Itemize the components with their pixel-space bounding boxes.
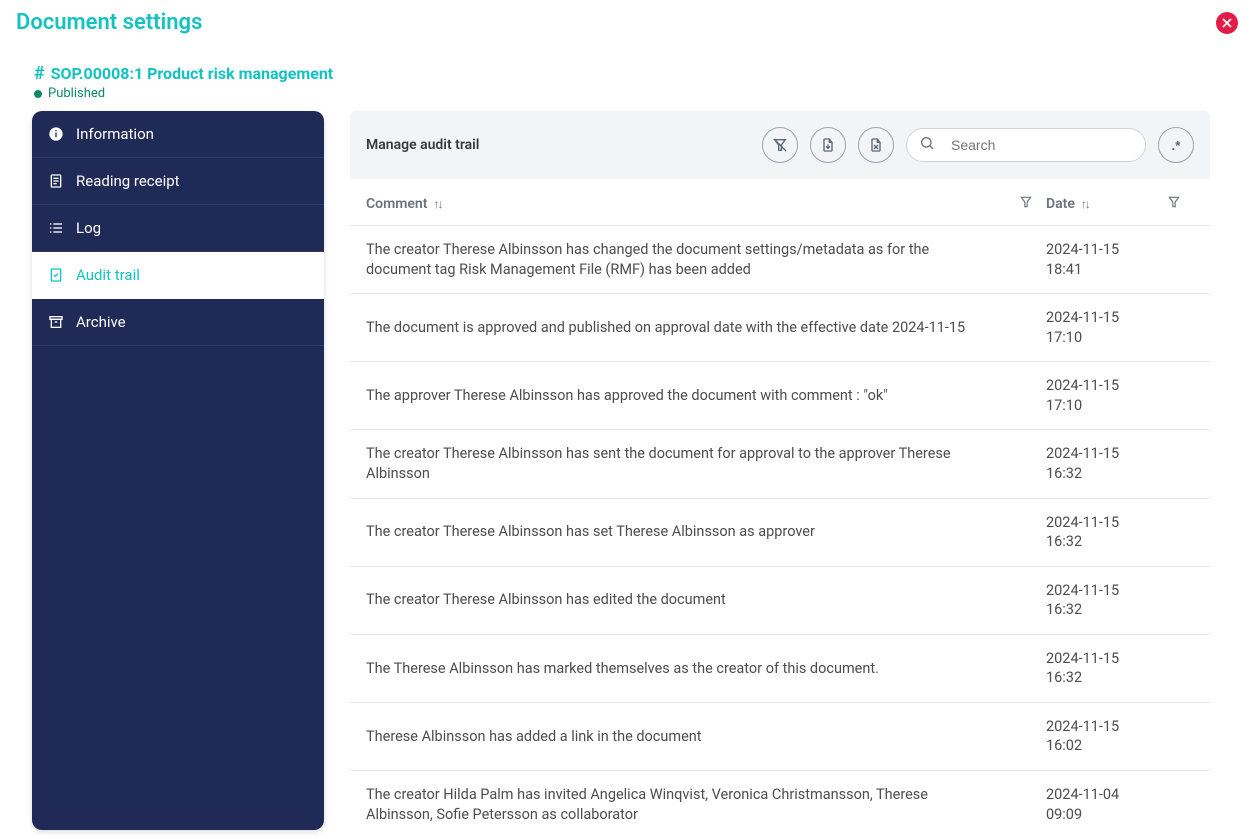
cell-comment: The approver Therese Albinsson has appro… <box>366 376 1006 415</box>
table-row[interactable]: The creator Therese Albinsson has set Th… <box>350 499 1210 567</box>
table-row[interactable]: The Therese Albinsson has marked themsel… <box>350 635 1210 703</box>
close-button[interactable] <box>1216 12 1238 34</box>
column-date-header[interactable]: Date <box>1046 196 1075 212</box>
cell-comment: The creator Hilda Palm has invited Angel… <box>366 785 1006 824</box>
sidebar-item-label: Log <box>76 219 101 237</box>
document-title-text: SOP.00008:1 Product risk management <box>51 64 334 83</box>
table-row[interactable]: The creator Therese Albinsson has edited… <box>350 567 1210 635</box>
main-content: Manage audit trail <box>350 111 1254 830</box>
table-row[interactable]: The approver Therese Albinsson has appro… <box>350 362 1210 430</box>
status-badge: Published <box>34 86 1254 101</box>
cell-date: 2024-11-04 09:09 <box>1046 785 1154 824</box>
log-icon <box>48 220 64 236</box>
status-dot-icon <box>34 90 42 98</box>
table-row[interactable]: The creator Therese Albinsson has change… <box>350 226 1210 294</box>
table-header: Comment ↑↓ Date ↑↓ <box>350 179 1210 226</box>
hash-icon: # <box>34 63 45 84</box>
cell-date: 2024-11-15 17:10 <box>1046 308 1154 347</box>
table-row[interactable]: Therese Albinsson has added a link in th… <box>350 703 1210 771</box>
panel-header: Manage audit trail <box>350 111 1210 179</box>
cell-date: 2024-11-15 16:32 <box>1046 649 1154 688</box>
receipt-icon <box>48 173 64 189</box>
sidebar-item-audit-trail[interactable]: Audit trail <box>32 252 324 299</box>
cell-comment: The creator Therese Albinsson has set Th… <box>366 513 1006 552</box>
search-input[interactable] <box>951 137 1133 153</box>
cell-date: 2024-11-15 16:02 <box>1046 717 1154 756</box>
cell-date: 2024-11-15 16:32 <box>1046 581 1154 620</box>
cell-date: 2024-11-15 18:41 <box>1046 240 1154 279</box>
document-header: # SOP.00008:1 Product risk management Pu… <box>0 43 1254 111</box>
cell-comment: The creator Therese Albinsson has change… <box>366 240 1006 279</box>
scroll-area[interactable]: Manage audit trail <box>350 111 1224 830</box>
archive-icon <box>48 314 64 330</box>
filter-off-icon <box>772 137 788 153</box>
regex-icon: .* <box>1172 138 1181 153</box>
clear-filter-button[interactable] <box>762 127 798 163</box>
cell-date: 2024-11-15 17:10 <box>1046 376 1154 415</box>
sidebar-item-archive[interactable]: Archive <box>32 299 324 346</box>
filter-icon[interactable] <box>1167 195 1181 213</box>
table-row[interactable]: The creator Therese Albinsson has sent t… <box>350 430 1210 498</box>
cell-comment: Therese Albinsson has added a link in th… <box>366 717 1006 756</box>
search-icon <box>919 135 943 155</box>
file-excel-icon <box>868 137 884 153</box>
cell-comment: The Therese Albinsson has marked themsel… <box>366 649 1006 688</box>
close-icon <box>1221 17 1233 29</box>
column-comment-header[interactable]: Comment <box>366 196 427 212</box>
cell-comment: The creator Therese Albinsson has edited… <box>366 581 1006 620</box>
file-icon <box>820 137 836 153</box>
search-box[interactable] <box>906 128 1146 162</box>
regex-toggle-button[interactable]: .* <box>1158 127 1194 163</box>
sort-icon[interactable]: ↑↓ <box>433 197 441 211</box>
sidebar-item-information[interactable]: Information <box>32 111 324 158</box>
filter-icon[interactable] <box>1019 195 1033 213</box>
status-text: Published <box>48 86 105 101</box>
cell-date: 2024-11-15 16:32 <box>1046 513 1154 552</box>
sidebar: Information Reading receipt Log Audit tr… <box>32 111 324 830</box>
page-title: Document settings <box>16 10 202 35</box>
sidebar-item-label: Reading receipt <box>76 172 180 190</box>
sidebar-item-label: Archive <box>76 313 126 331</box>
info-icon <box>48 126 64 142</box>
document-title[interactable]: # SOP.00008:1 Product risk management <box>34 63 1254 84</box>
export-doc-button[interactable] <box>810 127 846 163</box>
cell-comment: The document is approved and published o… <box>366 308 1006 347</box>
sidebar-item-label: Information <box>76 125 154 143</box>
audit-icon <box>48 267 64 283</box>
export-excel-button[interactable] <box>858 127 894 163</box>
table-row[interactable]: The document is approved and published o… <box>350 294 1210 362</box>
table-body: The creator Therese Albinsson has change… <box>350 226 1210 830</box>
sidebar-item-reading-receipt[interactable]: Reading receipt <box>32 158 324 205</box>
cell-comment: The creator Therese Albinsson has sent t… <box>366 444 1006 483</box>
sidebar-item-label: Audit trail <box>76 266 140 284</box>
sort-icon[interactable]: ↑↓ <box>1081 197 1089 211</box>
panel-title: Manage audit trail <box>366 137 479 153</box>
sidebar-item-log[interactable]: Log <box>32 205 324 252</box>
table-row[interactable]: The creator Hilda Palm has invited Angel… <box>350 771 1210 830</box>
cell-date: 2024-11-15 16:32 <box>1046 444 1154 483</box>
